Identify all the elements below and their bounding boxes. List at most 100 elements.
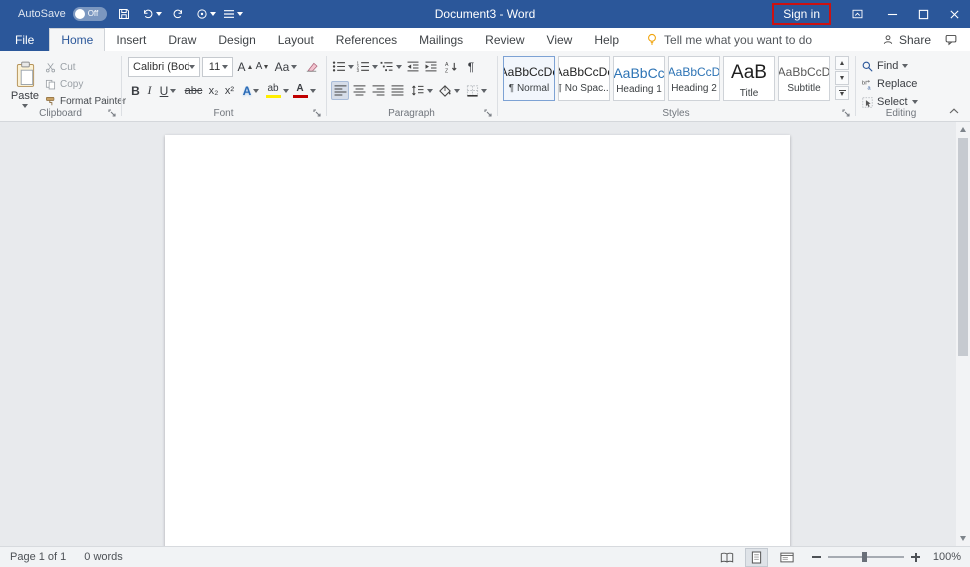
tab-view[interactable]: View <box>536 28 584 51</box>
touch-mode-button[interactable] <box>196 3 216 25</box>
tab-references[interactable]: References <box>325 28 408 51</box>
page-number-status[interactable]: Page 1 of 1 <box>10 551 66 563</box>
change-case-button[interactable]: Aa <box>273 57 299 76</box>
tab-home[interactable]: Home <box>49 28 105 51</box>
styles-gallery-more-button[interactable] <box>835 86 849 100</box>
zoom-slider-thumb[interactable] <box>862 552 867 562</box>
zoom-controls: 100% <box>812 551 961 563</box>
document-page[interactable] <box>165 135 790 546</box>
scroll-up-arrow-icon <box>840 61 844 65</box>
zoom-out-button[interactable] <box>812 556 821 558</box>
tell-me[interactable]: Tell me what you want to do <box>646 28 812 51</box>
find-button[interactable]: Find <box>862 58 908 74</box>
tab-help[interactable]: Help <box>583 28 630 51</box>
font-name-value: Calibri (Body) <box>133 61 189 73</box>
italic-button[interactable]: I <box>144 81 155 100</box>
clear-formatting-button[interactable] <box>301 57 321 76</box>
shrink-font-button[interactable]: A <box>254 57 270 76</box>
bold-button[interactable]: B <box>128 81 143 100</box>
tab-layout[interactable]: Layout <box>267 28 325 51</box>
font-dialog-launcher[interactable] <box>311 107 322 118</box>
print-layout-button[interactable] <box>745 548 768 567</box>
font-color-button[interactable]: A <box>292 81 316 100</box>
borders-button[interactable] <box>463 81 489 100</box>
zoom-slider[interactable] <box>828 551 904 563</box>
redo-icon <box>172 8 185 20</box>
maximize-button[interactable] <box>908 0 939 28</box>
superscript-button[interactable]: x² <box>222 81 237 100</box>
styles-dialog-launcher[interactable] <box>840 107 851 118</box>
autosave-toggle[interactable]: Off <box>73 7 107 21</box>
show-hide-pilcrow-button[interactable]: ¶ <box>463 57 479 76</box>
decrease-indent-button[interactable] <box>404 57 421 76</box>
ribbon-display-options-icon <box>851 8 864 20</box>
paragraph-dialog-launcher[interactable] <box>482 107 493 118</box>
subscript-button[interactable]: x₂ <box>206 81 221 100</box>
vertical-scrollbar[interactable] <box>956 122 970 546</box>
align-left-button[interactable] <box>331 81 349 100</box>
multilevel-list-button[interactable] <box>379 57 402 76</box>
text-effects-button[interactable]: A <box>240 81 262 100</box>
comments-button[interactable] <box>940 28 970 51</box>
tell-me-label: Tell me what you want to do <box>664 33 812 47</box>
paste-dropdown-caret-icon <box>22 104 28 108</box>
bullets-button[interactable] <box>331 57 354 76</box>
scroll-down-button[interactable] <box>956 531 970 546</box>
word-count-status[interactable]: 0 words <box>84 551 123 563</box>
styles-gallery-scroll <box>835 56 849 101</box>
ribbon-display-options-button[interactable] <box>847 3 867 25</box>
bullets-caret-icon <box>348 65 354 69</box>
style-title[interactable]: AaB Title <box>723 56 775 101</box>
scroll-up-button[interactable] <box>956 122 970 137</box>
style-normal[interactable]: AaBbCcDc ¶ Normal <box>503 56 555 101</box>
style-name: ¶ No Spac... <box>558 83 610 94</box>
increase-indent-button[interactable] <box>422 57 439 76</box>
save-button[interactable] <box>114 3 134 25</box>
numbering-button[interactable]: 123 <box>355 57 378 76</box>
styles-scroll-down-button[interactable] <box>835 71 849 85</box>
tab-draw[interactable]: Draw <box>157 28 207 51</box>
web-layout-button[interactable] <box>775 548 798 567</box>
highlight-color-button[interactable]: ab <box>264 81 290 100</box>
line-spacing-button[interactable] <box>410 81 434 100</box>
font-size-combo[interactable]: 11 <box>202 57 233 77</box>
tab-review[interactable]: Review <box>474 28 535 51</box>
styles-scroll-up-button[interactable] <box>835 56 849 70</box>
tab-file[interactable]: File <box>0 28 49 51</box>
style-heading-2[interactable]: AaBbCcD Heading 2 <box>668 56 720 101</box>
tab-insert[interactable]: Insert <box>105 28 157 51</box>
read-mode-button[interactable] <box>715 548 738 567</box>
style-subtitle[interactable]: AaBbCcD Subtitle <box>778 56 830 101</box>
justify-button[interactable] <box>388 81 406 100</box>
svg-text:Z: Z <box>445 68 448 72</box>
replace-button[interactable]: ba Replace <box>862 76 917 92</box>
share-button[interactable]: Share <box>873 28 940 51</box>
comment-icon <box>944 33 958 46</box>
underline-button[interactable]: U <box>156 81 180 100</box>
zoom-level[interactable]: 100% <box>929 551 961 563</box>
sign-in-button[interactable]: Sign in <box>772 3 831 25</box>
customize-qat-button[interactable] <box>223 3 243 25</box>
scrollbar-thumb[interactable] <box>958 138 968 356</box>
close-button[interactable] <box>939 0 970 28</box>
paste-button[interactable]: Paste <box>7 55 43 113</box>
cut-button[interactable]: Cut <box>45 59 76 75</box>
align-center-button[interactable] <box>350 81 368 100</box>
clipboard-dialog-launcher[interactable] <box>106 107 117 118</box>
undo-button[interactable] <box>141 3 162 25</box>
copy-button[interactable]: Copy <box>45 76 83 92</box>
grow-font-button[interactable]: A <box>236 57 253 76</box>
tab-mailings[interactable]: Mailings <box>408 28 474 51</box>
redo-button[interactable] <box>169 3 189 25</box>
style-heading-1[interactable]: AaBbCc Heading 1 <box>613 56 665 101</box>
style-no-spacing[interactable]: AaBbCcDc ¶ No Spac... <box>558 56 610 101</box>
font-name-combo[interactable]: Calibri (Body) <box>128 57 200 77</box>
zoom-in-button[interactable] <box>911 553 920 562</box>
align-right-button[interactable] <box>369 81 387 100</box>
tab-design[interactable]: Design <box>207 28 266 51</box>
sort-button[interactable]: AZ <box>442 57 460 76</box>
shading-button[interactable] <box>436 81 461 100</box>
minimize-button[interactable] <box>877 0 908 28</box>
strikethrough-button[interactable]: abc <box>182 81 205 100</box>
collapse-ribbon-button[interactable] <box>947 105 961 117</box>
